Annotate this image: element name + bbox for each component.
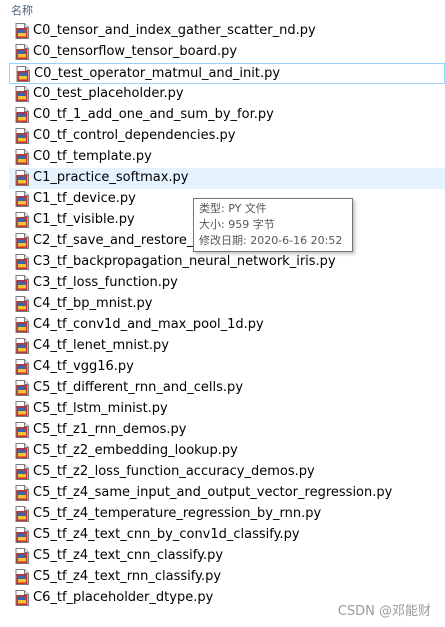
file-name: C1_practice_softmax.py (33, 170, 189, 185)
python-file-icon (15, 422, 29, 438)
file-name: C5_tf_z4_text_cnn_by_conv1d_classify.py (33, 527, 300, 542)
python-file-icon (15, 86, 29, 102)
file-row[interactable]: C3_tf_loss_function.py (9, 273, 445, 294)
python-file-icon (15, 443, 29, 459)
python-file-icon (15, 191, 29, 207)
watermark: CSDN @邓能财 (337, 604, 431, 619)
file-name: C4_tf_lenet_mnist.py (33, 338, 169, 353)
tooltip-type: 类型: PY 文件 (199, 202, 267, 215)
python-file-icon (15, 233, 29, 249)
python-file-icon (15, 401, 29, 417)
file-row[interactable]: C4_tf_bp_mnist.py (9, 294, 445, 315)
file-name: C5_tf_z4_same_input_and_output_vector_re… (33, 485, 393, 500)
file-name: C5_tf_lstm_minist.py (33, 401, 168, 416)
python-file-icon (15, 359, 29, 375)
file-row[interactable]: C0_tf_1_add_one_and_sum_by_for.py (9, 105, 445, 126)
file-row[interactable]: C3_tf_backpropagation_neural_network_iri… (9, 252, 445, 273)
python-file-icon (15, 569, 29, 585)
python-file-icon (15, 548, 29, 564)
file-name: C0_tf_template.py (33, 149, 152, 164)
file-row[interactable]: C5_tf_different_rnn_and_cells.py (9, 378, 445, 399)
file-row[interactable]: C5_tf_z2_embedding_lookup.py (9, 441, 445, 462)
file-name: C0_tf_control_dependencies.py (33, 128, 236, 143)
file-name: C4_tf_vgg16.py (33, 359, 134, 374)
file-row[interactable]: C0_tensorflow_tensor_board.py (9, 42, 445, 63)
python-file-icon (15, 464, 29, 480)
file-name: C5_tf_z4_temperature_regression_by_rnn.p… (33, 506, 322, 521)
file-name: C5_tf_z4_text_cnn_classify.py (33, 548, 224, 563)
column-header-name[interactable]: 名称 (11, 4, 33, 18)
python-file-icon (15, 170, 29, 186)
file-row[interactable]: C0_tensor_and_index_gather_scatter_nd.py (9, 21, 445, 42)
file-name: C5_tf_z4_text_rnn_classify.py (33, 569, 222, 584)
tooltip-size: 大小: 959 字节 (199, 218, 275, 231)
tooltip-modified: 修改日期: 2020-6-16 20:52 (199, 234, 343, 247)
file-row[interactable]: C0_tf_control_dependencies.py (9, 126, 445, 147)
python-file-icon (15, 527, 29, 543)
python-file-icon (15, 590, 29, 606)
file-row[interactable]: C4_tf_lenet_mnist.py (9, 336, 445, 357)
python-file-icon (15, 380, 29, 396)
file-row[interactable]: C4_tf_conv1d_and_max_pool_1d.py (9, 315, 445, 336)
python-file-icon (15, 338, 29, 354)
python-file-icon (15, 23, 29, 39)
file-row[interactable]: C5_tf_z4_temperature_regression_by_rnn.p… (9, 504, 445, 525)
python-file-icon (15, 44, 29, 60)
python-file-icon (15, 485, 29, 501)
file-row[interactable]: C0_test_operator_matmul_and_init.py (9, 63, 445, 84)
file-row[interactable]: C5_tf_z4_text_rnn_classify.py (9, 567, 445, 588)
file-info-tooltip: 类型: PY 文件 大小: 959 字节 修改日期: 2020-6-16 20:… (193, 198, 353, 252)
file-name: C0_test_operator_matmul_and_init.py (34, 66, 281, 81)
python-file-icon (15, 275, 29, 291)
file-row[interactable]: C0_tf_template.py (9, 147, 445, 168)
file-row[interactable]: C5_tf_lstm_minist.py (9, 399, 445, 420)
file-name: C0_tensorflow_tensor_board.py (33, 44, 238, 59)
python-file-icon (15, 128, 29, 144)
file-name: C3_tf_backpropagation_neural_network_iri… (33, 254, 336, 269)
file-name: C4_tf_bp_mnist.py (33, 296, 153, 311)
file-name: C5_tf_z1_rnn_demos.py (33, 422, 187, 437)
file-row[interactable]: C5_tf_z4_text_cnn_classify.py (9, 546, 445, 567)
file-name: C5_tf_z2_loss_function_accuracy_demos.py (33, 464, 315, 479)
file-row[interactable]: C5_tf_z2_loss_function_accuracy_demos.py (9, 462, 445, 483)
python-file-icon (16, 66, 30, 82)
file-name: C3_tf_loss_function.py (33, 275, 178, 290)
python-file-icon (15, 212, 29, 228)
file-name: C5_tf_different_rnn_and_cells.py (33, 380, 244, 395)
python-file-icon (15, 254, 29, 270)
file-name: C0_tf_1_add_one_and_sum_by_for.py (33, 107, 274, 122)
file-name: C1_tf_device.py (33, 191, 136, 206)
file-row[interactable]: C0_test_placeholder.py (9, 84, 445, 105)
file-row[interactable]: C5_tf_z4_same_input_and_output_vector_re… (9, 483, 445, 504)
python-file-icon (15, 296, 29, 312)
python-file-icon (15, 107, 29, 123)
column-header[interactable]: 名称 (0, 0, 445, 20)
file-name: C0_tensor_and_index_gather_scatter_nd.py (33, 23, 316, 38)
python-file-icon (15, 149, 29, 165)
file-name: C5_tf_z2_embedding_lookup.py (33, 443, 238, 458)
file-name: C6_tf_placeholder_dtype.py (33, 590, 214, 605)
file-name: C0_test_placeholder.py (33, 86, 184, 101)
file-list: C0_tensor_and_index_gather_scatter_nd.py… (0, 21, 445, 609)
file-row[interactable]: C5_tf_z4_text_cnn_by_conv1d_classify.py (9, 525, 445, 546)
file-name: C2_tf_save_and_restore_mo (33, 233, 214, 248)
file-name: C4_tf_conv1d_and_max_pool_1d.py (33, 317, 264, 332)
file-row[interactable]: C1_practice_softmax.py (9, 168, 445, 189)
file-name: C1_tf_visible.py (33, 212, 135, 227)
file-row[interactable]: C4_tf_vgg16.py (9, 357, 445, 378)
python-file-icon (15, 506, 29, 522)
file-row[interactable]: C5_tf_z1_rnn_demos.py (9, 420, 445, 441)
python-file-icon (15, 317, 29, 333)
